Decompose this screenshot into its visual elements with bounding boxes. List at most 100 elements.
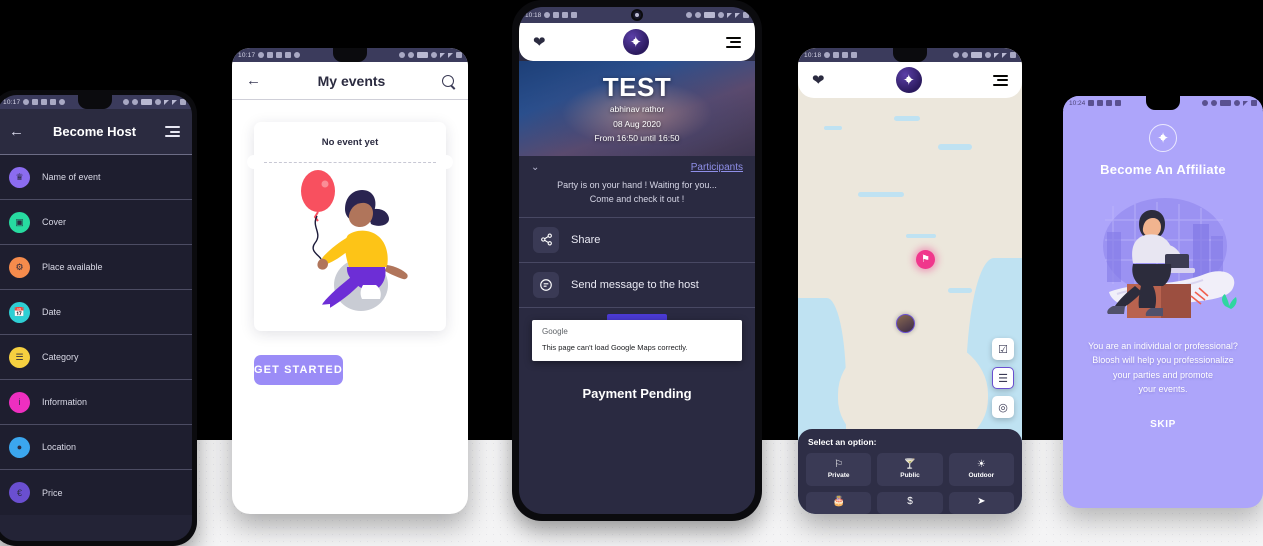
signal-icon	[440, 52, 445, 58]
link-icon	[833, 52, 840, 58]
affiliate-illustration	[1063, 185, 1263, 325]
option-private[interactable]: ⚐ Private	[806, 453, 872, 486]
message-host-row[interactable]: Send message to the host	[519, 263, 755, 308]
payment-status: Payment Pending	[582, 385, 692, 401]
participants-link[interactable]: Participants	[691, 162, 743, 173]
hamburger-icon[interactable]	[992, 74, 1008, 86]
signal-icon	[1243, 100, 1248, 106]
locate-icon[interactable]: ◎	[992, 396, 1014, 418]
cocktail-icon: 🍸	[903, 459, 917, 470]
list-item-label: Location	[42, 442, 77, 452]
heart-icon[interactable]: ❤	[812, 71, 825, 89]
flag-marker[interactable]: ⚑	[916, 250, 935, 269]
list-item[interactable]: ⚙ Place available	[0, 245, 192, 290]
option-dollar[interactable]: $	[877, 492, 943, 514]
whatsapp-icon-2	[294, 52, 301, 58]
status-time: 10:24	[1069, 99, 1086, 107]
hamburger-icon[interactable]	[165, 126, 180, 137]
list-item[interactable]: ▣ Cover	[0, 200, 192, 245]
list-item-label: Place available	[42, 262, 103, 272]
bloosh-logo[interactable]: ✦ B	[895, 67, 922, 93]
checklist-icon[interactable]: ☑	[992, 338, 1014, 360]
skip-button[interactable]: SKIP	[1063, 419, 1263, 430]
alarm-icon	[399, 52, 405, 58]
event-hero: TEST abhinav rathor 08 Aug 2020 From 16:…	[519, 61, 755, 156]
river-1	[824, 126, 842, 130]
list-item-label: Information	[42, 397, 88, 407]
heart-icon[interactable]: ❤	[533, 33, 546, 51]
map-section: Google This page can't load Google Maps …	[519, 313, 755, 409]
list-item[interactable]: ☰ Category	[0, 335, 192, 380]
river-2	[894, 116, 920, 121]
avatar-marker[interactable]	[896, 314, 915, 333]
option-rocket[interactable]: ➤	[948, 492, 1014, 514]
chevron-down-icon[interactable]: ⌄	[531, 162, 539, 173]
screenshot-icon	[1106, 100, 1113, 106]
screenshot-icon	[50, 99, 57, 105]
status-time: 10:17	[3, 98, 21, 106]
sliders-icon: ☰	[9, 346, 30, 368]
option-public[interactable]: 🍸 Public	[877, 453, 943, 486]
whatsapp-icon-2	[59, 99, 66, 105]
status-time: 10:18	[525, 11, 542, 19]
list-item[interactable]: ● Location	[0, 425, 192, 470]
mute-icon	[431, 52, 437, 58]
phone-map: 10:18 ❤ ✦ B ⚑ ☑ ☰ ◎ Select an option: ⚐ …	[798, 48, 1022, 514]
signal-icon	[727, 12, 732, 18]
signal-icon-2	[172, 99, 177, 105]
message-icon	[533, 271, 559, 298]
logo-letter: B	[633, 38, 639, 46]
list-item-label: Cover	[42, 217, 67, 227]
dialog-brand: Google	[542, 326, 568, 336]
whatsapp-icon	[23, 99, 30, 105]
affiliate-body-line-2: Bloosh will help you professionalize	[1092, 355, 1234, 366]
network-badge	[1220, 100, 1231, 106]
notch	[77, 95, 112, 109]
status-bar: 10:18	[519, 7, 755, 23]
list-item[interactable]: 📅 Date	[0, 290, 192, 335]
bloosh-logo[interactable]: ✦ B	[622, 29, 649, 55]
back-arrow-icon[interactable]: ←	[246, 72, 261, 89]
list-item-label: Price	[42, 487, 63, 498]
option-outdoor[interactable]: ☀ Outdoor	[948, 453, 1014, 486]
signal-icon	[164, 99, 169, 105]
river-3	[938, 144, 972, 150]
list-item[interactable]: ♛ Name of event	[0, 155, 192, 200]
signal-icon-2	[735, 12, 740, 18]
mute-icon	[155, 99, 161, 105]
list-item-label: Name of event	[42, 172, 101, 182]
app-bar: ← Become Host	[0, 109, 192, 155]
river-6	[948, 288, 972, 293]
alarm-icon	[686, 12, 692, 18]
signal-icon-2	[448, 52, 453, 58]
page-title: Become Host	[52, 124, 137, 139]
list-item[interactable]: i Information	[0, 380, 192, 425]
back-arrow-icon[interactable]: ←	[9, 123, 24, 140]
filter-icon[interactable]: ☰	[992, 367, 1014, 389]
get-started-button[interactable]: GET STARTED	[254, 355, 343, 385]
affiliate-title: Become An Affiliate	[1100, 162, 1226, 177]
battery-icon	[743, 12, 749, 18]
battery-icon	[1251, 100, 1257, 106]
status-bar: 10:24	[1063, 96, 1263, 110]
network-badge	[971, 52, 982, 58]
share-icon	[533, 226, 559, 253]
alarm-icon	[123, 99, 129, 105]
event-date: 08 Aug 2020	[613, 119, 661, 129]
front-camera	[631, 9, 643, 21]
alarm-icon	[1202, 100, 1208, 106]
list-item-label: Date	[42, 307, 62, 317]
vpn-icon	[962, 52, 968, 58]
battery-icon	[1010, 52, 1016, 58]
search-icon[interactable]	[442, 74, 454, 87]
app-bar: ❤ ✦ B	[519, 23, 755, 61]
logo-letter: B	[906, 76, 912, 84]
share-row[interactable]: Share	[519, 218, 755, 263]
list-item[interactable]: € Price	[0, 470, 192, 515]
screenshot-icon	[285, 52, 292, 58]
option-cake[interactable]: 🎂	[806, 492, 872, 514]
campfire-icon: ☀	[976, 459, 986, 470]
hamburger-icon[interactable]	[725, 36, 741, 48]
whatsapp-icon	[258, 52, 265, 58]
event-description: Party is on your hand ! Waiting for you.…	[519, 177, 755, 218]
